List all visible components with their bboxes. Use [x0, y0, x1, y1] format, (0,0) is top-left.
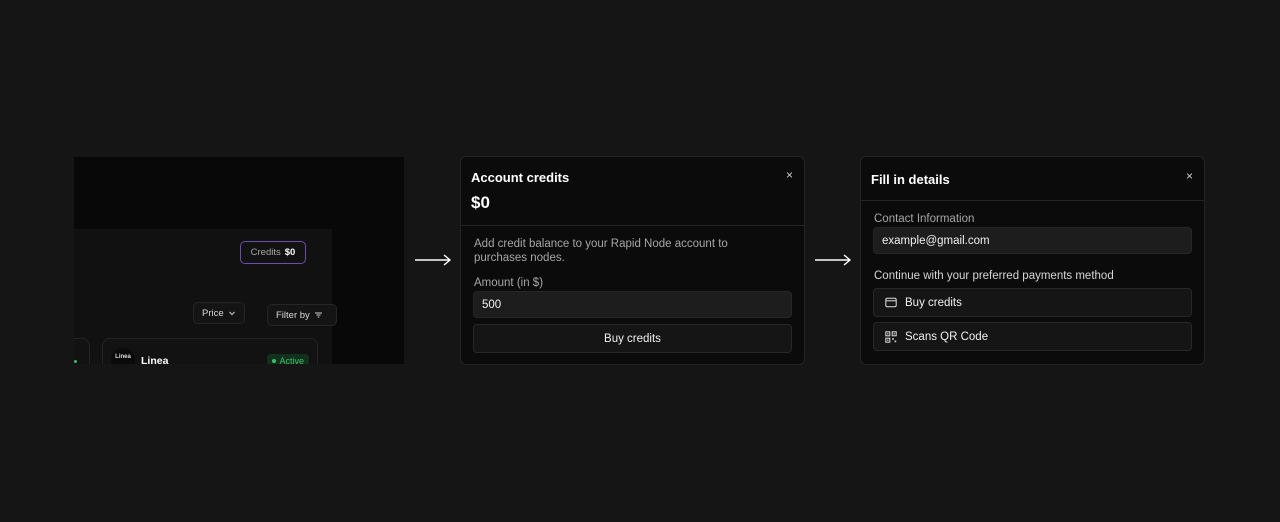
credits-balance: $0	[471, 193, 490, 212]
credits-button[interactable]: Credits $0	[240, 241, 306, 264]
amount-input[interactable]: 500	[473, 291, 792, 318]
buy-credits-label: Buy credits	[604, 332, 661, 345]
buy-credits-option-label: Buy credits	[905, 296, 962, 309]
price-sort-button[interactable]: Price	[193, 302, 245, 324]
credits-label: Credits	[250, 247, 281, 258]
email-field[interactable]: example@gmail.com	[873, 227, 1192, 254]
node-card-partial[interactable]	[74, 338, 90, 364]
amount-label: Amount (in $)	[474, 277, 544, 289]
linea-logo-text: Linea	[115, 354, 131, 360]
wallet-icon	[885, 297, 897, 308]
credits-value: $0	[284, 247, 296, 258]
status-dot-icon	[74, 360, 77, 363]
filter-icon	[314, 312, 322, 318]
qr-code-option[interactable]: Scans QR Code	[873, 322, 1192, 351]
status-badge: Active	[267, 354, 309, 364]
status-text: Active	[279, 356, 304, 364]
qr-code-icon	[885, 330, 897, 343]
buy-credits-option[interactable]: Buy credits	[873, 288, 1192, 317]
modal-title: Account credits	[471, 170, 570, 185]
credits-description: Add credit balance to your Rapid Node ac…	[474, 238, 728, 264]
linea-logo: Linea	[111, 348, 135, 364]
amount-value: 500	[482, 298, 502, 311]
filter-button[interactable]: Filter by	[267, 304, 337, 326]
divider	[461, 225, 804, 226]
fill-details-modal: Fill in details × Contact Information ex…	[860, 156, 1205, 365]
modal-title: Fill in details	[871, 172, 950, 187]
status-dot-icon	[272, 359, 277, 363]
node-card-linea[interactable]: Linea Linea Active	[102, 338, 318, 364]
contact-label: Contact Information	[874, 213, 975, 225]
divider	[861, 200, 1204, 201]
payment-method-label: Continue with your preferred payments me…	[874, 270, 1114, 282]
app-preview: Credits $0 Price Filter by Linea Linea A…	[74, 157, 404, 364]
email-value: example@gmail.com	[882, 234, 990, 247]
node-name: Linea	[141, 355, 169, 364]
arrow-right-icon	[815, 254, 852, 266]
close-icon[interactable]: ×	[1186, 169, 1193, 183]
filter-label: Filter by	[276, 309, 310, 321]
price-label: Price	[202, 307, 224, 319]
qr-code-option-label: Scans QR Code	[905, 330, 989, 343]
close-icon[interactable]: ×	[786, 168, 793, 182]
arrow-right-icon	[415, 254, 452, 266]
buy-credits-button[interactable]: Buy credits	[473, 324, 792, 353]
chevron-down-icon	[228, 311, 235, 316]
account-credits-modal: Account credits × $0 Add credit balance …	[460, 156, 805, 365]
